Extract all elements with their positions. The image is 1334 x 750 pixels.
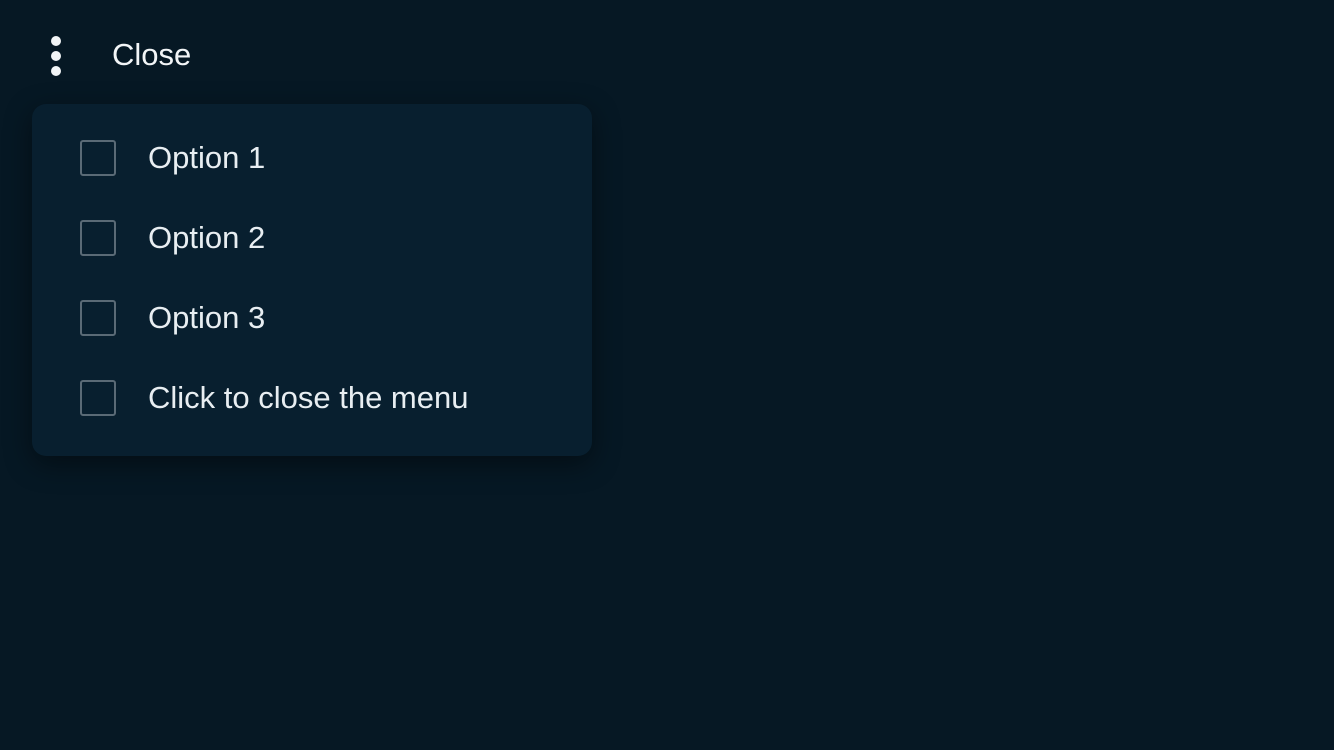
close-button[interactable]: Close xyxy=(112,36,191,74)
checkbox[interactable] xyxy=(80,380,116,416)
vertical-dots-icon xyxy=(51,36,61,46)
menu-item-option-3[interactable]: Option 3 xyxy=(32,298,592,378)
menu-item-option-2[interactable]: Option 2 xyxy=(32,218,592,298)
checkbox[interactable] xyxy=(80,300,116,336)
menu-item-option-1[interactable]: Option 1 xyxy=(32,138,592,218)
menu-item-label: Option 2 xyxy=(148,220,266,255)
dropdown-menu: Option 1 Option 2 Option 3 Click to clos… xyxy=(32,104,592,456)
checkbox[interactable] xyxy=(80,220,116,256)
menu-item-label: Option 3 xyxy=(148,300,266,335)
menu-item-label: Option 1 xyxy=(148,140,266,175)
vertical-dots-icon-dot xyxy=(51,51,61,61)
menu-item-label: Click to close the menu xyxy=(148,380,469,415)
checkbox[interactable] xyxy=(80,140,116,176)
top-bar: Close xyxy=(0,0,1334,104)
vertical-dots-icon-dot xyxy=(51,66,61,76)
more-options-button[interactable] xyxy=(38,34,74,78)
menu-item-close-menu[interactable]: Click to close the menu xyxy=(32,378,592,458)
